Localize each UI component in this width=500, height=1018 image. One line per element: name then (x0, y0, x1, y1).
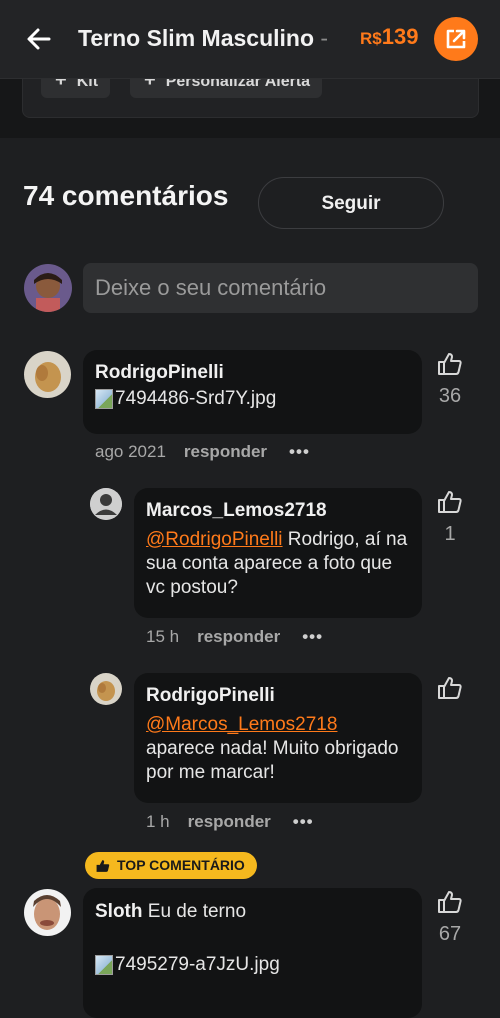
more-options-button[interactable]: ••• (302, 627, 323, 647)
product-title: Terno Slim Masculino (78, 25, 314, 51)
more-options-button[interactable]: ••• (293, 812, 314, 832)
default-avatar[interactable] (90, 488, 122, 520)
mention-link[interactable]: @Marcos_Lemos2718 (146, 714, 337, 735)
comment-bubble: Marcos_Lemos2718 @RodrigoPinelli Rodrigo… (134, 488, 422, 618)
thumbs-up-icon (96, 859, 110, 872)
comment-meta: 15 h responder ••• (146, 627, 323, 647)
comment-text: @Marcos_Lemos2718 aparece nada! Muito ob… (146, 713, 410, 785)
comment-author[interactable]: RodrigoPinelli (146, 685, 410, 707)
price: R$139 (360, 24, 418, 50)
price-currency: R$ (360, 29, 382, 48)
broken-image-icon (95, 955, 113, 975)
thumbs-up-icon (438, 891, 462, 913)
more-options-button[interactable]: ••• (289, 442, 310, 462)
image-filename: 7495279-a7JzU.jpg (115, 954, 280, 975)
comment-date: ago 2021 (95, 442, 166, 461)
like-count: 1 (444, 523, 456, 545)
top-comment-label: TOP COMENTÁRIO (117, 857, 245, 873)
broken-image-icon (95, 389, 113, 409)
mention-link[interactable]: @RodrigoPinelli (146, 529, 283, 550)
comment-text: @RodrigoPinelli Rodrigo, aí na sua conta… (146, 528, 410, 600)
avatar[interactable] (24, 351, 71, 398)
like-button[interactable]: 36 (430, 352, 470, 408)
comment-text: Sloth Eu de terno (95, 900, 410, 924)
comment-bubble: RodrigoPinelli @Marcos_Lemos2718 aparece… (134, 673, 422, 803)
like-count: 36 (438, 385, 462, 407)
comment-date: 1 h (146, 812, 170, 831)
comment-image[interactable]: 7495279-a7JzU.jpg (95, 954, 410, 976)
thumbs-up-icon (438, 353, 462, 375)
app-header: Terno Slim Masculino - R$139 (0, 0, 500, 79)
comment-bubble: RodrigoPinelli 7494486-Srd7Y.jpg (83, 350, 422, 434)
comment-date: 15 h (146, 627, 180, 646)
reply-button[interactable]: responder (197, 627, 280, 647)
image-filename: 7494486-Srd7Y.jpg (115, 388, 277, 409)
thumbs-up-icon (438, 677, 462, 699)
price-value: 139 (381, 24, 419, 49)
comment-image[interactable]: 7494486-Srd7Y.jpg (95, 388, 410, 410)
avatar[interactable] (24, 889, 71, 936)
arrow-left-icon (27, 28, 51, 50)
my-avatar (24, 264, 72, 312)
like-button[interactable] (430, 676, 470, 705)
thumbs-up-icon (438, 491, 462, 513)
comment-body: Eu de terno (147, 901, 247, 922)
like-count: 67 (438, 923, 462, 945)
top-comment-badge: TOP COMENTÁRIO (85, 852, 257, 879)
comment-meta: 1 h responder ••• (146, 812, 314, 832)
comments-count-title: 74 comentários (23, 180, 229, 211)
comment-bubble: Sloth Eu de terno 7495279-a7JzU.jpg (83, 888, 422, 1018)
like-button[interactable]: 67 (430, 890, 470, 946)
title-suffix: - (320, 25, 329, 51)
comment-input[interactable] (83, 263, 478, 313)
external-link-icon (446, 29, 466, 49)
reply-button[interactable]: responder (188, 812, 271, 832)
comment-meta: ago 2021 responder ••• (95, 442, 310, 462)
back-button[interactable] (24, 24, 54, 54)
follow-button[interactable]: Seguir (258, 177, 444, 229)
avatar[interactable] (90, 673, 122, 705)
comment-body: aparece nada! Muito obrigado por me marc… (146, 738, 399, 783)
comment-author[interactable]: RodrigoPinelli (95, 362, 410, 384)
comment-author[interactable]: Marcos_Lemos2718 (146, 500, 410, 522)
comment-author[interactable]: Sloth (95, 901, 143, 922)
reply-button[interactable]: responder (184, 442, 267, 462)
page-title: Terno Slim Masculino - (78, 25, 340, 52)
open-external-button[interactable] (434, 17, 478, 61)
user-icon (90, 488, 122, 520)
like-button[interactable]: 1 (430, 490, 470, 546)
